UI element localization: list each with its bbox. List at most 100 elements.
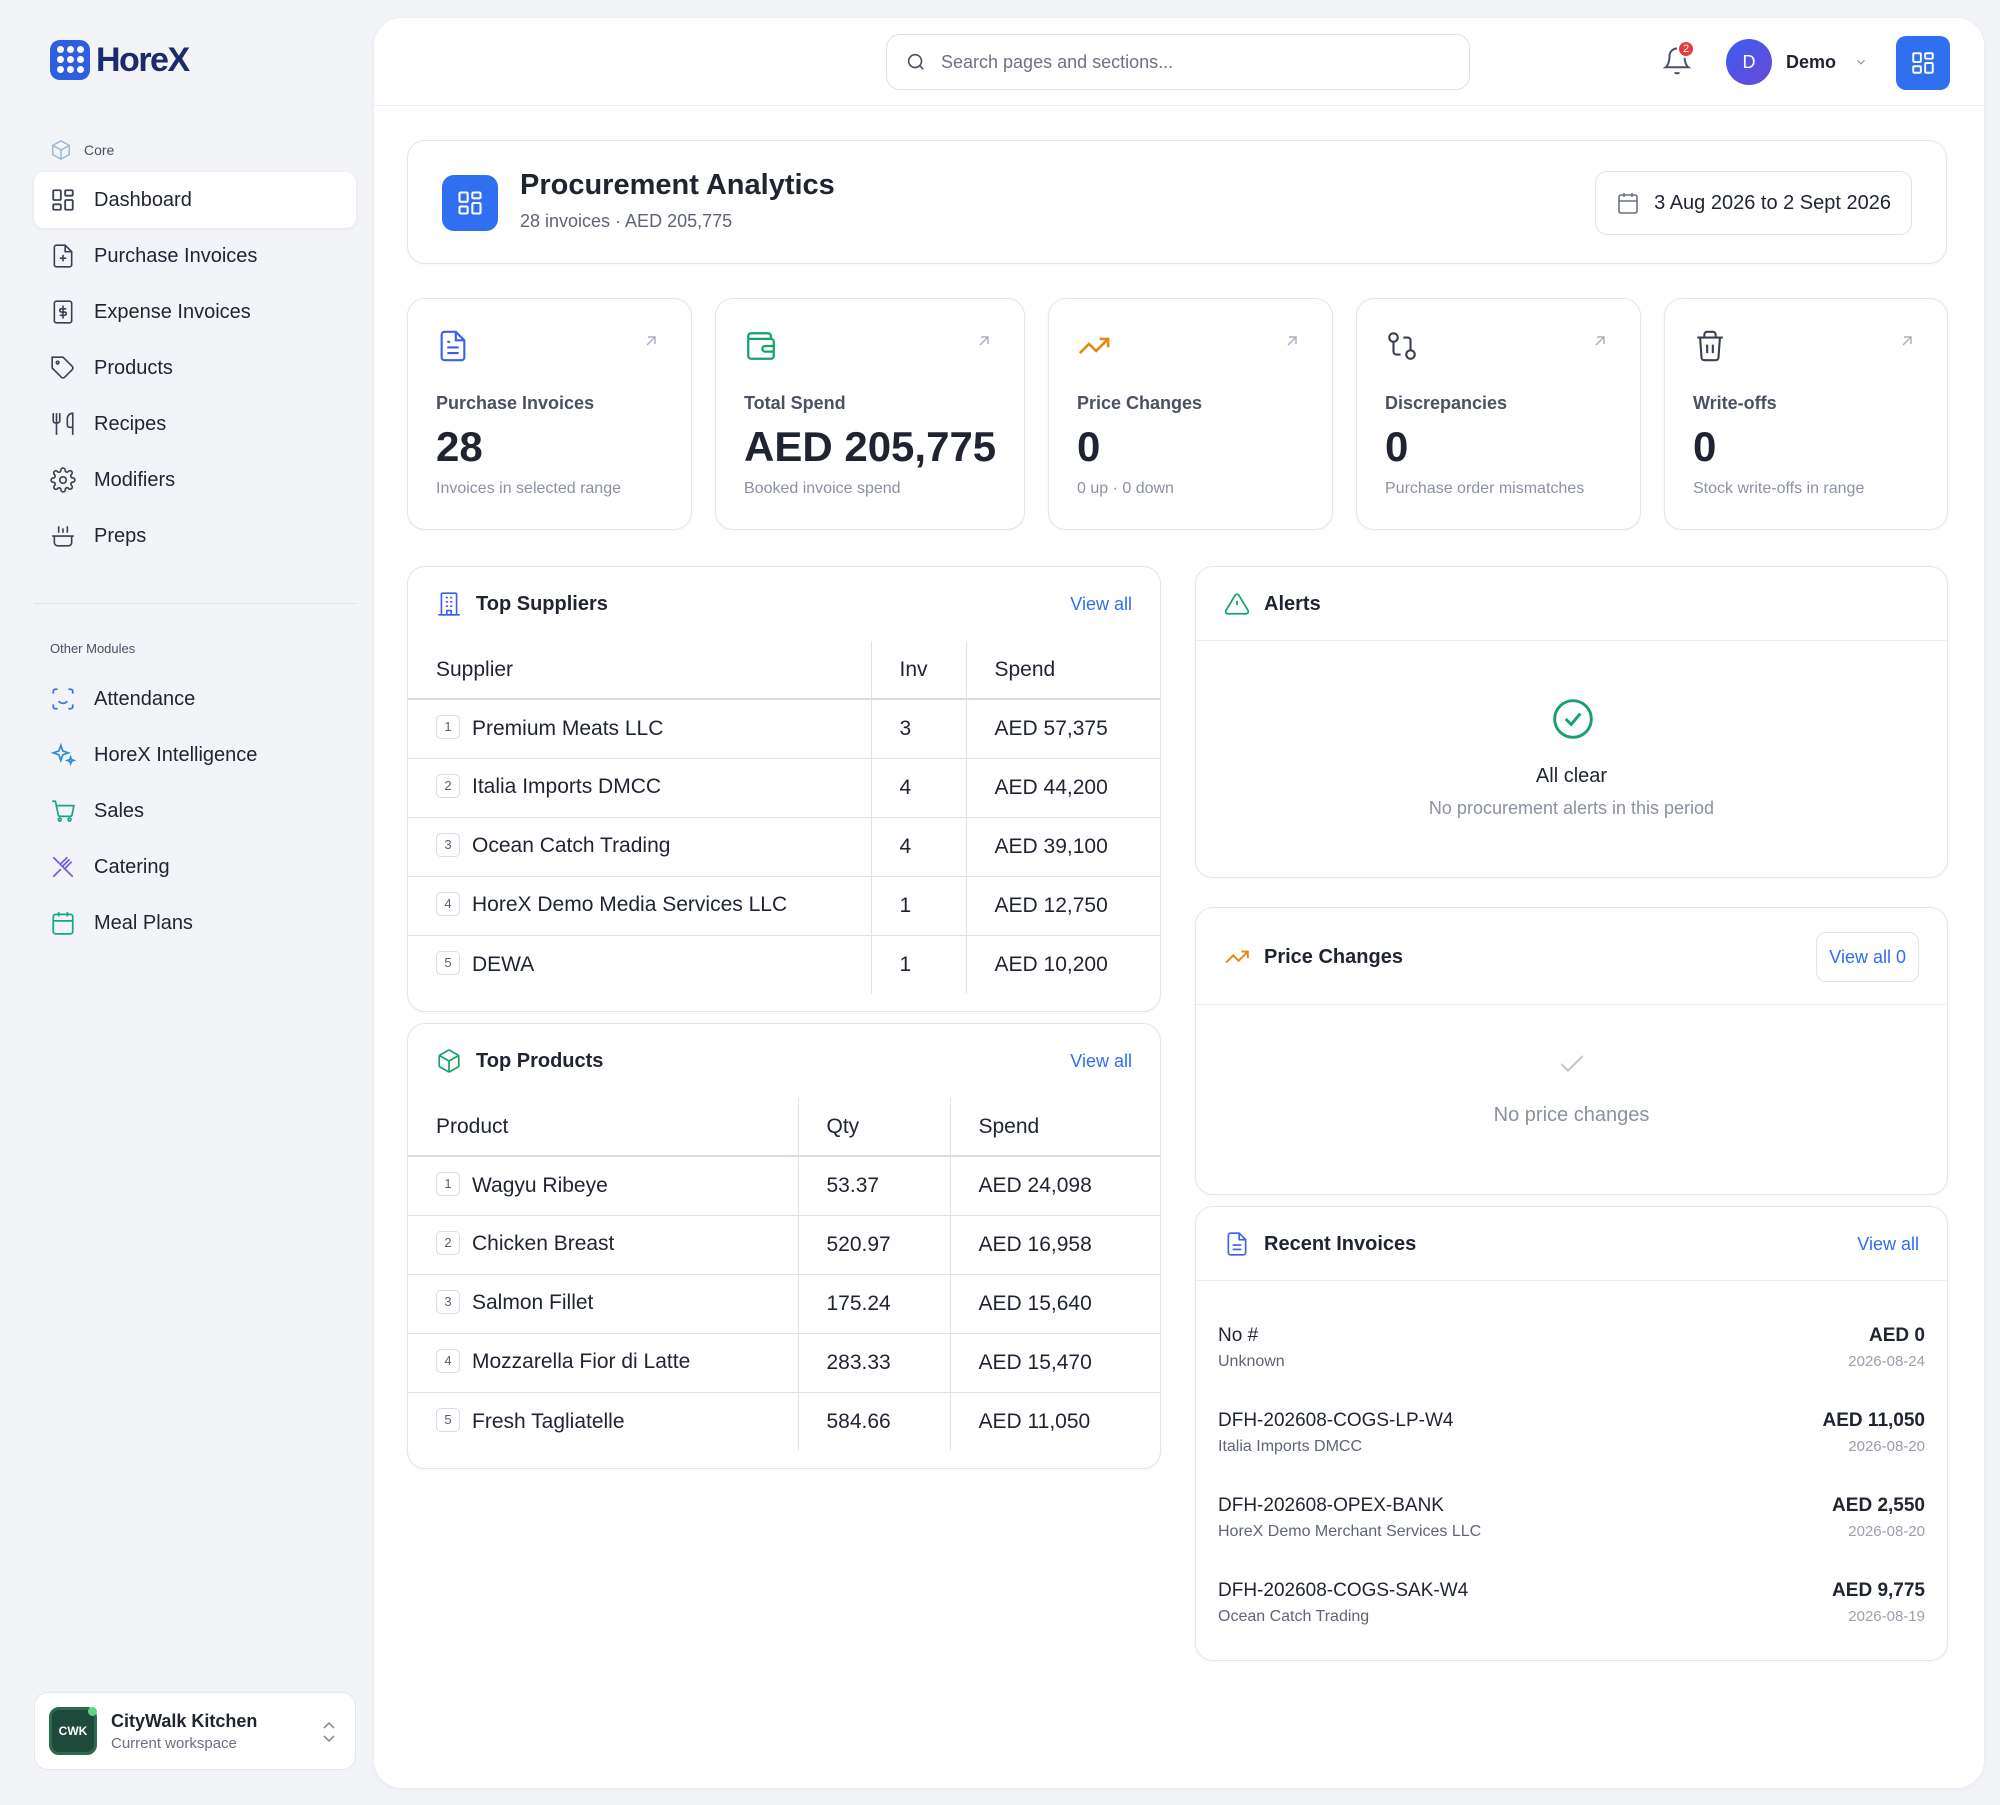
top-products-panel: Top Products View all Product Qty Spend … <box>407 1023 1161 1469</box>
invoice-number: DFH-202608-OPEX-BANK <box>1218 1495 1444 1516</box>
column-header[interactable]: Product <box>408 1098 798 1157</box>
workspace-logo: CWK <box>49 1707 97 1755</box>
document-icon <box>1227 1232 1247 1256</box>
spend-value: AED 15,470 <box>949 1332 1160 1392</box>
sidebar-item-expense-invoices[interactable]: Expense Invoices <box>34 284 356 340</box>
stat-value: 0 <box>1385 423 1409 470</box>
table-row[interactable]: 4 HoreX Demo Media Services LLC 1 AED 12,… <box>408 875 1160 935</box>
trending-up-icon <box>1078 337 1110 354</box>
view-all-products-link[interactable]: View all <box>1070 1051 1132 1072</box>
view-all-suppliers-link[interactable]: View all <box>1070 594 1132 615</box>
sidebar-item-preps[interactable]: Preps <box>34 508 356 564</box>
product-cell: 4 Mozzarella Fior di Latte <box>408 1332 798 1392</box>
supplier-cell: 5 DEWA <box>408 934 871 994</box>
supplier-name: Ocean Catch Trading <box>472 834 671 858</box>
sidebar-item-purchase-invoices[interactable]: Purchase Invoices <box>34 228 356 284</box>
search-box[interactable] <box>886 34 1470 90</box>
view-all-price-changes-button[interactable]: View all 0 <box>1816 932 1919 982</box>
table-row[interactable]: 2 Italia Imports DMCC 4 AED 44,200 <box>408 757 1160 817</box>
table-row[interactable]: 3 Ocean Catch Trading 4 AED 39,100 <box>408 816 1160 876</box>
stat-card-discrepancies[interactable]: Discrepancies 0 Purchase order mismatche… <box>1356 298 1641 530</box>
git-compare-icon <box>1388 332 1416 360</box>
table-row[interactable]: 2 Chicken Breast 520.97 AED 16,958 <box>408 1214 1160 1274</box>
sidebar-item-horex-intelligence[interactable]: HoreX Intelligence <box>34 727 356 783</box>
avatar: D <box>1726 39 1772 85</box>
column-header[interactable]: Supplier <box>408 641 871 700</box>
date-range-picker[interactable]: 3 Aug 2026 to 2 Sept 2026 <box>1595 171 1912 235</box>
invoice-count: 4 <box>870 757 966 817</box>
package-icon <box>438 1049 460 1073</box>
spend-value: AED 16,958 <box>949 1214 1160 1274</box>
list-item[interactable]: DFH-202608-OPEX-BANK HoreX Demo Merchant… <box>1218 1495 1925 1555</box>
stat-label: Discrepancies <box>1385 393 1508 413</box>
stat-label: Price Changes <box>1077 393 1203 413</box>
column-header[interactable]: Spend <box>949 1098 1160 1157</box>
table-row[interactable]: 1 Premium Meats LLC 3 AED 57,375 <box>408 698 1160 758</box>
sidebar-item-products[interactable]: Products <box>34 340 356 396</box>
section-label-other: Other Modules <box>50 641 136 656</box>
list-item[interactable]: DFH-202608-COGS-LP-W4 Italia Imports DMC… <box>1218 1410 1925 1470</box>
sidebar-item-attendance[interactable]: Attendance <box>34 671 356 727</box>
sidebar-item-catering[interactable]: Catering <box>34 839 356 895</box>
table-row[interactable]: 3 Salmon Fillet 175.24 AED 15,640 <box>408 1273 1160 1333</box>
stat-card-purchase-invoices[interactable]: Purchase Invoices 28 Invoices in selecte… <box>407 298 692 530</box>
column-header[interactable]: Qty <box>797 1098 950 1157</box>
product-name: Mozzarella Fior di Latte <box>472 1350 691 1374</box>
sidebar-item-recipes[interactable]: Recipes <box>34 396 356 452</box>
quantity-value: 283.33 <box>797 1332 950 1392</box>
document-icon <box>440 330 466 362</box>
user-menu[interactable]: D Demo <box>1726 39 1868 85</box>
recent-invoices-panel: Recent Invoices View all No # Unknown AE… <box>1195 1206 1948 1661</box>
invoice-amount: AED 9,775 <box>1832 1580 1925 1601</box>
table-row[interactable]: 1 Wagyu Ribeye 53.37 AED 24,098 <box>408 1155 1160 1215</box>
table-row[interactable]: 5 Fresh Tagliatelle 584.66 AED 11,050 <box>408 1391 1160 1451</box>
spend-value: AED 15,640 <box>949 1273 1160 1333</box>
sparkles-icon <box>50 742 76 767</box>
workspace-switcher[interactable]: CWK CityWalk Kitchen Current workspace <box>34 1692 356 1770</box>
spend-value: AED 12,750 <box>965 875 1160 935</box>
analytics-header: Procurement Analytics 28 invoices · AED … <box>407 140 1947 264</box>
product-cell: 5 Fresh Tagliatelle <box>408 1391 798 1451</box>
sidebar-item-meal-plans[interactable]: Meal Plans <box>34 895 356 951</box>
dashboard-icon <box>442 175 498 231</box>
supplier-cell: 4 HoreX Demo Media Services LLC <box>408 875 871 935</box>
grid-icon <box>1912 52 1934 74</box>
stat-card-price-changes[interactable]: Price Changes 0 0 up · 0 down <box>1048 298 1333 530</box>
product-name: Chicken Breast <box>472 1232 615 1256</box>
section-label-core: Core <box>50 139 114 161</box>
chevron-down-icon <box>1857 59 1865 65</box>
supplier-name: Premium Meats LLC <box>472 716 664 740</box>
table-row[interactable]: 4 Mozzarella Fior di Latte 283.33 AED 15,… <box>408 1332 1160 1392</box>
invoice-supplier: Italia Imports DMCC <box>1218 1438 1363 1455</box>
page-subtitle: 28 invoices · AED 205,775 <box>520 211 733 231</box>
list-item[interactable]: DFH-202608-COGS-SAK-W4 Ocean Catch Tradi… <box>1218 1580 1925 1640</box>
view-all-invoices-link[interactable]: View all <box>1857 1234 1919 1255</box>
dollar-receipt-icon <box>53 300 73 324</box>
list-item[interactable]: No # Unknown AED 0 2026-08-24 <box>1218 1325 1925 1385</box>
sidebar-divider <box>34 603 356 604</box>
suppliers-table: Supplier Inv Spend 1 Premium Meats LLC 3 … <box>408 641 1160 994</box>
table-row[interactable]: 5 DEWA 1 AED 10,200 <box>408 934 1160 994</box>
stat-card-write-offs[interactable]: Write-offs 0 Stock write-offs in range <box>1664 298 1948 530</box>
stat-value: 0 <box>1077 423 1101 470</box>
invoice-amount: AED 11,050 <box>1822 1410 1925 1431</box>
quantity-value: 175.24 <box>797 1273 950 1333</box>
panel-divider <box>1196 640 1947 641</box>
column-header[interactable]: Spend <box>965 641 1160 700</box>
column-header[interactable]: Inv <box>870 641 966 700</box>
apps-button[interactable] <box>1896 36 1950 90</box>
search-input[interactable] <box>941 51 1421 73</box>
top-suppliers-panel: Top Suppliers View all Supplier Inv Spen… <box>407 566 1161 1012</box>
invoice-date: 2026-08-24 <box>1848 1353 1925 1370</box>
stat-card-total-spend[interactable]: Total Spend AED 205,775 Booked invoice s… <box>715 298 1025 530</box>
cube-icon <box>52 139 70 161</box>
product-name: Salmon Fillet <box>472 1291 594 1315</box>
spend-value: AED 39,100 <box>965 816 1160 876</box>
sidebar-item-modifiers[interactable]: Modifiers <box>34 452 356 508</box>
rank-badge: 2 <box>436 1230 460 1255</box>
invoice-number: No # <box>1218 1325 1259 1346</box>
sidebar-item-sales[interactable]: Sales <box>34 783 356 839</box>
sidebar-item-dashboard[interactable]: Dashboard <box>34 172 356 228</box>
face-scan-icon <box>52 688 74 710</box>
app-logo[interactable]: HoreX <box>50 40 190 80</box>
